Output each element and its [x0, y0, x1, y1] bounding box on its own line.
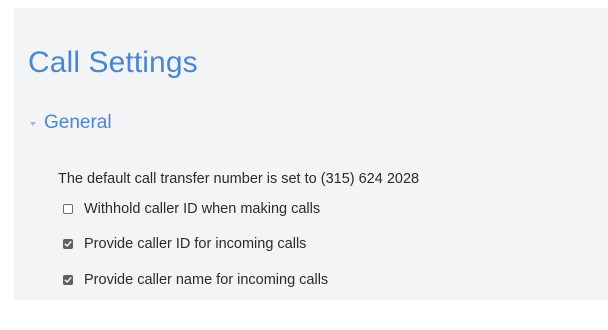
checkmark-icon — [64, 241, 72, 247]
provide-caller-name-checkbox[interactable] — [63, 275, 73, 285]
transfer-number-text: The default call transfer number is set … — [58, 171, 420, 187]
provide-caller-id-option[interactable]: Provide caller ID for incoming calls — [63, 236, 306, 252]
provide-caller-id-label: Provide caller ID for incoming calls — [84, 236, 307, 252]
provide-caller-id-checkbox[interactable] — [63, 239, 73, 249]
withhold-caller-id-option[interactable]: Withhold caller ID when making calls — [63, 201, 320, 217]
provide-caller-name-option[interactable]: Provide caller name for incoming calls — [63, 272, 328, 288]
checkmark-icon — [64, 277, 72, 283]
section-title: General — [44, 112, 112, 133]
triangle-down-icon — [30, 122, 36, 126]
withhold-caller-id-checkbox[interactable] — [63, 204, 73, 214]
withhold-caller-id-label: Withhold caller ID when making calls — [84, 201, 321, 217]
provide-caller-name-label: Provide caller name for incoming calls — [84, 272, 329, 288]
general-section-toggle[interactable]: General — [30, 112, 112, 134]
page-title: Call Settings — [28, 46, 198, 79]
